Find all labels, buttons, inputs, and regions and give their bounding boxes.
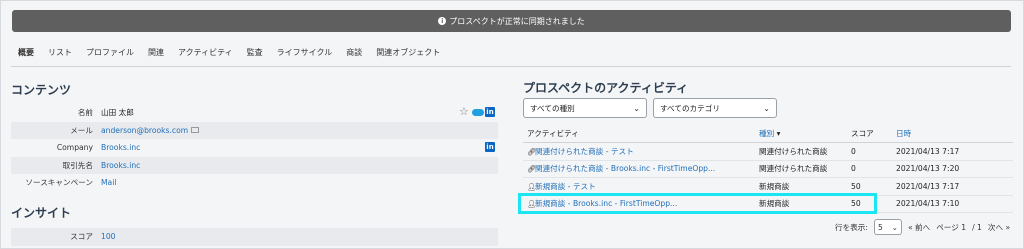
field-row-account: 取引先名 Brooks.inc (11, 156, 498, 174)
table-header: アクティビティ 種別 ▾ スコア 日時 (523, 125, 1013, 143)
tab-related-objects[interactable]: 関連オブジェクト (369, 43, 447, 63)
salesforce-icon[interactable] (472, 109, 484, 116)
activity-filters: すべての種別 ⌄ すべてのカテゴリ ⌄ (523, 98, 777, 118)
link-icon: 🔗︎ (527, 147, 536, 156)
activity-link[interactable]: 関連付けられた商談 - テスト (535, 147, 634, 156)
page-label: ページ 1 (936, 222, 967, 232)
field-value-company[interactable]: Brooks.inc (101, 143, 140, 152)
table-row: 🔗︎関連付けられた商談 - Brooks.inc - FirstTimeOpp.… (523, 161, 1013, 178)
highlight-box (518, 193, 877, 214)
chevron-down-icon: ⌄ (891, 222, 898, 232)
pagination: 行を表示: 5 ⌄ « 前へ ページ 1 / 1 次へ » (835, 219, 1010, 235)
row-type: 関連付けられた商談 (759, 164, 828, 174)
activity-link[interactable]: 新規商談 - テスト (535, 182, 596, 191)
tab-profile[interactable]: プロファイル (79, 43, 141, 63)
type-filter-value: すべての種別 (530, 103, 575, 113)
row-score: 50 (851, 181, 861, 191)
tab-audit[interactable]: 監査 (240, 43, 270, 63)
next-link[interactable]: 次へ » (988, 222, 1010, 233)
insight-fields: スコア 100 (11, 228, 498, 246)
tab-activity[interactable]: アクティビティ (171, 43, 240, 63)
page-frame: i プロスペクトが正常に同期されました 概要 リスト プロファイル 関連 アクテ… (0, 0, 1024, 249)
linkedin-icon[interactable]: in (485, 107, 495, 117)
category-filter-select[interactable]: すべてのカテゴリ ⌄ (653, 98, 777, 118)
page-size-select[interactable]: 5 ⌄ (873, 219, 902, 235)
field-value-name: 山田 太郎 (101, 108, 134, 118)
row-date: 2021/04/13 7:20 (896, 164, 960, 174)
sort-desc-icon[interactable]: ▾ (777, 129, 781, 138)
prev-link[interactable]: « 前へ (908, 222, 930, 233)
banner-message: プロスペクトが正常に同期されました (449, 16, 585, 26)
field-label: ソースキャンペーン (25, 178, 93, 188)
table-row: 🔗︎関連付けられた商談 - テスト 関連付けられた商談 0 2021/04/13… (523, 143, 1013, 161)
field-label: 名前 (77, 108, 93, 118)
person-icon: 👤︎ (527, 182, 536, 191)
header-date[interactable]: 日時 (896, 128, 1013, 139)
field-label: Company (56, 143, 93, 153)
row-date: 2021/04/13 7:17 (896, 181, 960, 191)
tab-opportunities[interactable]: 商談 (339, 43, 369, 63)
contents-fields: 名前 山田 太郎 ☆ in メール anderson@brooks.com Co… (11, 104, 498, 192)
row-score: 0 (851, 146, 856, 156)
rows-label: 行を表示: (835, 222, 868, 232)
header-activity: アクティビティ (527, 129, 579, 138)
header-type-label[interactable]: 種別 (759, 129, 774, 138)
field-row-source-campaign: ソースキャンペーン Mail (11, 174, 498, 192)
contents-title: コンテンツ (11, 83, 72, 97)
category-filter-value: すべてのカテゴリ (660, 103, 720, 113)
chevron-down-icon: ⌄ (763, 103, 770, 113)
tab-bar: 概要 リスト プロファイル 関連 アクティビティ 監査 ライフサイクル 商談 関… (11, 43, 447, 63)
row-date: 2021/04/13 7:17 (896, 146, 960, 156)
mail-icon[interactable] (191, 127, 200, 134)
info-icon: i (438, 17, 447, 25)
field-value-source-campaign[interactable]: Mail (101, 178, 116, 187)
field-row-company: Company Brooks.inc in (11, 139, 498, 157)
tab-related[interactable]: 関連 (141, 43, 171, 63)
insight-title: インサイト (11, 206, 72, 220)
chevron-down-icon: ⌄ (633, 103, 640, 113)
tab-overview[interactable]: 概要 (11, 43, 41, 63)
row-type: 新規商談 (759, 181, 790, 191)
row-type: 関連付けられた商談 (759, 146, 828, 156)
sync-success-banner: i プロスペクトが正常に同期されました (12, 10, 1011, 32)
activity-link[interactable]: 関連付けられた商談 - Brooks.inc - FirstTimeOpp... (535, 164, 715, 173)
page-size-value: 5 (877, 222, 883, 232)
header-type[interactable]: 種別 ▾ (759, 128, 851, 139)
field-label: 取引先名 (62, 160, 93, 170)
header-score: スコア (851, 129, 874, 138)
field-row-name: 名前 山田 太郎 ☆ in (11, 104, 498, 122)
row-score: 0 (851, 164, 856, 174)
field-value-email[interactable]: anderson@brooks.com (101, 126, 188, 135)
link-icon: 🔗︎ (527, 165, 536, 174)
field-label: スコア (70, 232, 93, 242)
field-label: メール (70, 125, 93, 135)
tab-divider (11, 66, 1011, 67)
row-date: 2021/04/13 7:10 (896, 199, 960, 209)
field-value-score[interactable]: 100 (101, 232, 116, 241)
star-icon[interactable]: ☆ (459, 105, 469, 118)
page-total: / 1 (972, 222, 982, 232)
tab-lifecycle[interactable]: ライフサイクル (270, 43, 340, 63)
field-row-score: スコア 100 (11, 228, 498, 246)
tab-lists[interactable]: リスト (41, 43, 79, 63)
field-row-email: メール anderson@brooks.com (11, 121, 498, 139)
field-value-account[interactable]: Brooks.inc (101, 161, 140, 170)
type-filter-select[interactable]: すべての種別 ⌄ (523, 98, 647, 118)
linkedin-icon[interactable]: in (485, 142, 495, 152)
activity-title: プロスペクトのアクティビティ (523, 81, 689, 95)
